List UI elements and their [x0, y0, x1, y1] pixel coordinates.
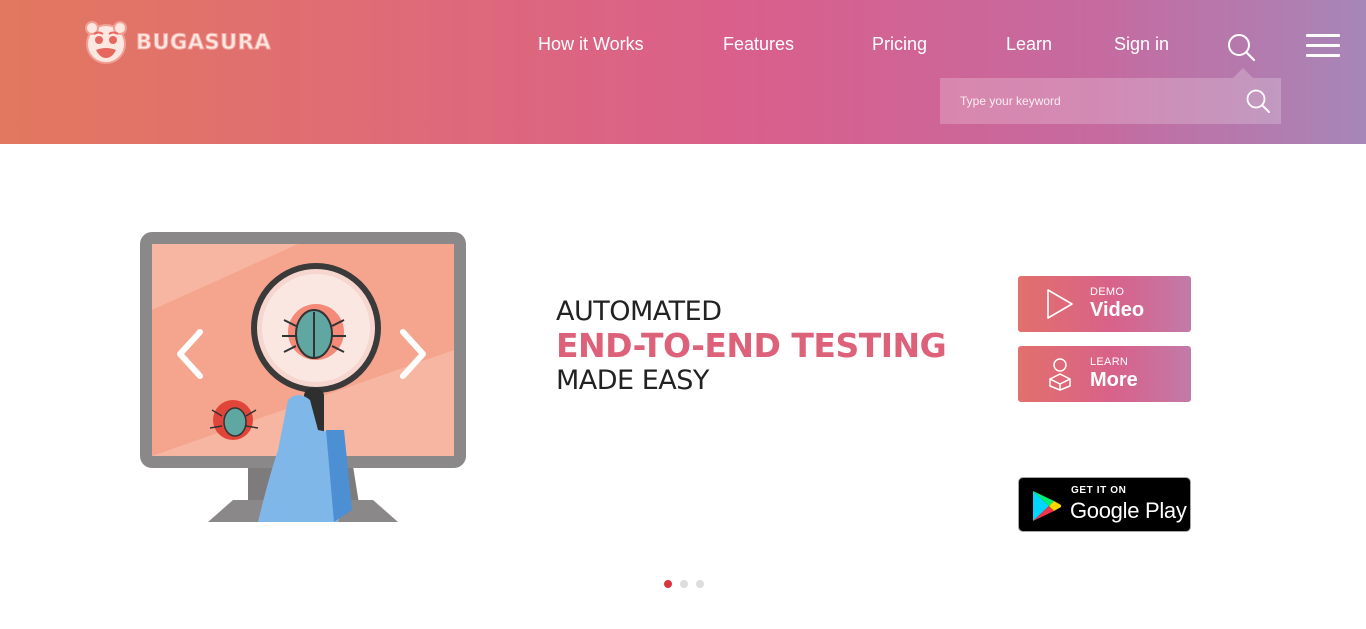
search-toggle-button[interactable] [1225, 31, 1257, 63]
carousel-prev-button[interactable] [170, 324, 210, 384]
carousel-next-button[interactable] [393, 324, 433, 384]
carousel-indicators [664, 580, 712, 588]
search-icon [1246, 89, 1270, 113]
store-badge-small: GET IT ON [1071, 485, 1127, 496]
google-play-badge[interactable]: GET IT ON Google Play [1018, 477, 1191, 532]
google-play-icon [1033, 491, 1061, 521]
carousel-dot-3[interactable] [696, 580, 704, 588]
search-icon [1228, 34, 1256, 62]
nav-learn[interactable]: Learn [1006, 34, 1052, 55]
nav-sign-in[interactable]: Sign in [1114, 34, 1169, 55]
carousel-dot-2[interactable] [680, 580, 688, 588]
brand-name: BUGASURA [135, 30, 272, 55]
store-badge-big: Google Play [1070, 498, 1187, 523]
menu-bar [1306, 34, 1340, 37]
menu-bar [1306, 44, 1340, 47]
search-input[interactable] [940, 78, 1240, 124]
menu-bar [1306, 54, 1340, 57]
learn-more-button[interactable]: LEARN More [1018, 346, 1191, 402]
chevron-right-icon [400, 329, 426, 379]
nav-features[interactable]: Features [723, 34, 794, 55]
hero-line-automated: AUTOMATED [556, 296, 722, 327]
brand-logo[interactable]: BUGASURA [82, 19, 271, 65]
carousel-dot-1[interactable] [664, 580, 672, 588]
hero-headline: AUTOMATED END-TO-END TESTING MADE EASY [556, 296, 947, 396]
nav-how-it-works[interactable]: How it Works [538, 34, 644, 55]
demo-label-big: Video [1090, 299, 1145, 321]
learner-icon [1049, 358, 1071, 391]
demo-video-button[interactable]: DEMO Video [1018, 276, 1191, 332]
play-icon [1047, 289, 1073, 319]
demo-label-small: DEMO [1090, 286, 1125, 298]
learn-label-big: More [1090, 369, 1138, 391]
hero-line-highlight: END-TO-END TESTING [556, 326, 947, 365]
nav-pricing[interactable]: Pricing [872, 34, 927, 55]
search-submit-button[interactable] [1245, 88, 1271, 114]
hero-carousel: AUTOMATED END-TO-END TESTING MADE EASY D… [0, 144, 1366, 629]
hamburger-menu-button[interactable] [1306, 34, 1340, 60]
hero-line-made-easy: MADE EASY [556, 365, 709, 396]
site-header: BUGASURA How it Works Features Pricing L… [0, 0, 1366, 144]
bug-face-logo-icon [85, 21, 127, 64]
chevron-left-icon [177, 329, 203, 379]
search-dropdown [940, 68, 1281, 124]
learn-label-small: LEARN [1090, 356, 1129, 368]
